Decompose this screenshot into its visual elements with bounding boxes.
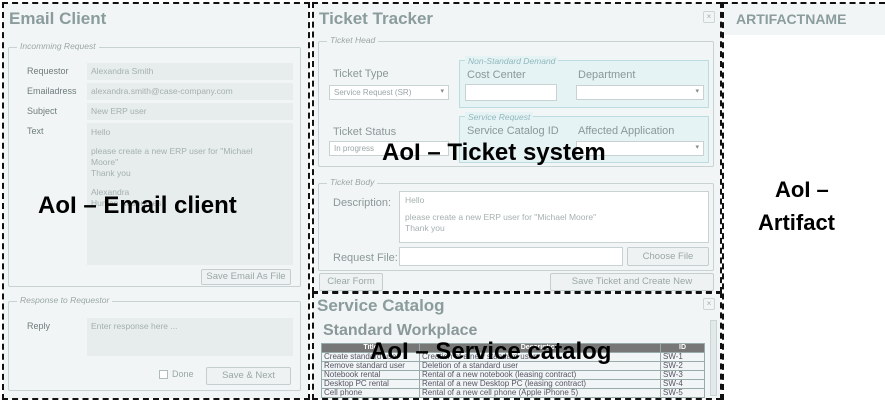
service-catalog-id-label: Service Catalog ID	[467, 125, 559, 137]
request-file-input[interactable]	[399, 247, 623, 266]
save-ticket-button[interactable]: Save Ticket and Create New	[550, 273, 714, 291]
department-label: Department	[578, 69, 636, 81]
aoi-artifact-label-line2: Artifact	[758, 210, 836, 235]
catalog-cell-id: SW-4	[660, 379, 705, 389]
chevron-down-icon: ▾	[695, 88, 699, 95]
email-body-line	[91, 138, 289, 146]
service-catalog-title: Service Catalog	[317, 296, 445, 315]
text-label: Text	[27, 126, 44, 136]
choose-file-button[interactable]: Choose File	[627, 247, 709, 266]
catalog-cell-description: Rental of a new cell phone (Apple iPhone…	[419, 388, 661, 398]
aoi-email-label: AoI – Email client	[38, 192, 237, 219]
email-client-title: Email Client	[9, 9, 107, 28]
emailaddress-label: Emailadress	[27, 86, 77, 96]
ticket-status-label: Ticket Status	[333, 126, 397, 138]
table-row[interactable]: Notebook rental Rental of a new notebook…	[321, 370, 705, 380]
table-row[interactable]: Cell phone Rental of a new cell phone (A…	[321, 388, 705, 398]
catalog-cell-id: SW-5	[660, 388, 705, 398]
cost-center-label: Cost Center	[467, 69, 526, 81]
description-label: Description:	[333, 197, 392, 209]
description-field[interactable]: Hello please create a new ERP user for "…	[399, 191, 709, 243]
description-line: Thank you	[405, 223, 445, 233]
emailaddress-field[interactable]: alexandra.smith@case-company.com	[87, 83, 293, 100]
catalog-cell-id: SW-2	[660, 361, 705, 371]
done-checkbox[interactable]	[159, 370, 168, 379]
catalog-col-id: ID	[660, 343, 705, 353]
email-body-line	[91, 179, 289, 187]
artifact-title: ARTIFACTNAME	[736, 11, 847, 27]
chevron-down-icon: ▾	[440, 88, 444, 95]
ticket-head-legend: Ticket Head	[327, 35, 379, 45]
cost-center-input[interactable]	[465, 84, 557, 101]
catalog-cell-id: SW-3	[660, 370, 705, 380]
non-standard-legend: Non-Standard Demand	[465, 56, 559, 66]
table-row[interactable]: Desktop PC rental Rental of a new Deskto…	[321, 379, 705, 389]
reply-label: Reply	[27, 321, 51, 331]
department-select[interactable]: ▾	[576, 85, 704, 100]
requestor-field[interactable]: Alexandra Smith	[87, 63, 293, 80]
response-legend: Response to Requestor	[17, 295, 113, 305]
catalog-cell-description: Rental of a new Desktop PC (leasing cont…	[419, 379, 661, 389]
affected-application-label: Affected Application	[578, 125, 675, 137]
ticket-tracker-title: Ticket Tracker	[319, 9, 434, 28]
email-body-line: Moore"	[91, 157, 119, 167]
email-body-line: Thank you	[91, 168, 131, 178]
reply-input[interactable]: Enter response here ...	[87, 318, 293, 356]
ticket-type-value: Service Request (SR)	[334, 88, 412, 97]
incoming-request-legend: Incomming Request	[17, 41, 99, 51]
catalog-cell-title: Desktop PC rental	[321, 379, 420, 389]
description-line: please create a new ERP user for "Michae…	[405, 212, 597, 222]
aoi-catalog-label: AoI – Service catalog	[370, 338, 612, 365]
service-request-legend: Service Request	[465, 112, 534, 122]
aoi-ticket-label: AoI – Ticket system	[382, 139, 606, 166]
description-line: Hello	[405, 195, 425, 205]
catalog-cell-title: Notebook rental	[321, 370, 420, 380]
catalog-close-icon[interactable]: ×	[703, 298, 715, 310]
ticket-panel-close-icon[interactable]: ×	[703, 11, 715, 23]
request-file-label: Request File:	[333, 252, 398, 264]
ticket-body-legend: Ticket Body	[327, 177, 378, 187]
ticket-type-select[interactable]: Service Request (SR) ▾	[329, 85, 449, 100]
clear-form-button[interactable]: Clear Form	[319, 273, 383, 291]
catalog-scrollbar[interactable]	[710, 320, 717, 396]
requestor-label: Requestor	[27, 66, 69, 76]
save-email-as-file-button[interactable]: Save Email As File	[201, 269, 291, 285]
ticket-type-label: Ticket Type	[333, 68, 389, 80]
subject-label: Subject	[27, 106, 58, 116]
catalog-cell-title: Cell phone	[321, 388, 420, 398]
chevron-down-icon: ▾	[695, 144, 699, 151]
catalog-cell-id: SW-1	[660, 352, 705, 362]
email-body-line: Hello	[91, 127, 111, 137]
email-body-line: please create a new ERP user for "Michae…	[91, 146, 253, 156]
ticket-status-value: In progress	[334, 144, 375, 153]
catalog-cell-description: Rental of a new notebook (leasing contra…	[419, 370, 661, 380]
aoi-artifact-label-line1: AoI –	[775, 177, 829, 202]
subject-field[interactable]: New ERP user	[87, 103, 293, 120]
done-label: Done	[172, 369, 194, 379]
save-next-button[interactable]: Save & Next	[206, 367, 291, 385]
